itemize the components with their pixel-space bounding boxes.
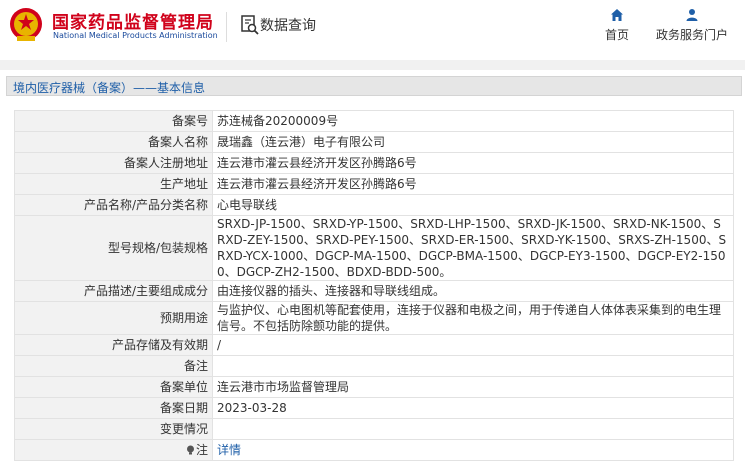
row-label: 生产地址 [14, 173, 213, 195]
data-query-label[interactable]: 数据查询 [260, 15, 316, 35]
table-row: 预期用途 与监护仪、心电图机等配套使用，连接于仪器和电极之间，用于传递自人体体表… [14, 301, 734, 335]
table-row: 备案人名称 晟瑞鑫（连云港）电子有限公司 [14, 131, 734, 153]
row-value: 详情 [212, 439, 734, 461]
row-value [212, 418, 734, 440]
nav-home[interactable]: 首页 [602, 8, 632, 43]
home-icon [611, 9, 623, 21]
row-value: 连云港市市场监督管理局 [212, 376, 734, 398]
header-separator [0, 60, 745, 70]
nav-service-portal[interactable]: 政务服务门户 [654, 8, 730, 43]
row-value: 2023-03-28 [212, 397, 734, 419]
detail-link[interactable]: 详情 [217, 443, 241, 457]
row-value: SRXD-JP-1500、SRXD-YP-1500、SRXD-LHP-1500、… [212, 215, 734, 281]
row-value: 连云港市灌云县经济开发区孙腾路6号 [212, 152, 734, 174]
row-label: 备注 [14, 355, 213, 377]
header-divider [226, 12, 227, 42]
site-title[interactable]: 国家药品监督管理局 [52, 8, 214, 33]
nav-home-label: 首页 [604, 28, 629, 42]
row-label: 备案号 [14, 110, 213, 132]
table-row: 注 详情 [14, 439, 734, 461]
table-row: 产品名称/产品分类名称 心电导联线 [14, 194, 734, 216]
row-label: 备案日期 [14, 397, 213, 419]
note-icon [186, 445, 194, 455]
table-row: 产品存储及有效期 / [14, 334, 734, 356]
table-row: 变更情况 [14, 418, 734, 440]
row-value: 晟瑞鑫（连云港）电子有限公司 [212, 131, 734, 153]
row-value: 连云港市灌云县经济开发区孙腾路6号 [212, 173, 734, 195]
row-label: 产品存储及有效期 [14, 334, 213, 356]
note-label: 注 [195, 443, 208, 457]
row-label: 变更情况 [14, 418, 213, 440]
row-label: 型号规格/包装规格 [14, 215, 213, 281]
row-label-note: 注 [14, 439, 213, 461]
user-icon [686, 9, 698, 21]
record-info-table: 备案号 苏连械备20200009号 备案人名称 晟瑞鑫（连云港）电子有限公司 备… [14, 110, 734, 461]
row-label: 产品名称/产品分类名称 [14, 194, 213, 216]
row-label: 备案人名称 [14, 131, 213, 153]
row-value: 苏连械备20200009号 [212, 110, 734, 132]
data-query-icon [241, 15, 259, 35]
site-subtitle: National Medical Products Administration [53, 31, 218, 40]
row-label: 备案单位 [14, 376, 213, 398]
table-row: 备案人注册地址 连云港市灌云县经济开发区孙腾路6号 [14, 152, 734, 174]
breadcrumb: 境内医疗器械（备案）——基本信息 [6, 76, 742, 96]
table-row: 备注 [14, 355, 734, 377]
row-value: / [212, 334, 734, 356]
row-value: 与监护仪、心电图机等配套使用，连接于仪器和电极之间，用于传递自人体体表采集到的电… [212, 301, 734, 335]
row-value: 心电导联线 [212, 194, 734, 216]
table-row: 备案日期 2023-03-28 [14, 397, 734, 419]
row-label: 备案人注册地址 [14, 152, 213, 174]
table-row: 型号规格/包装规格 SRXD-JP-1500、SRXD-YP-1500、SRXD… [14, 215, 734, 281]
table-row: 备案单位 连云港市市场监督管理局 [14, 376, 734, 398]
site-header: 国家药品监督管理局 National Medical Products Admi… [0, 0, 745, 60]
nav-service-label: 政务服务门户 [655, 28, 728, 42]
table-row: 生产地址 连云港市灌云县经济开发区孙腾路6号 [14, 173, 734, 195]
table-row: 备案号 苏连械备20200009号 [14, 110, 734, 132]
row-value: 由连接仪器的插头、连接器和导联线组成。 [212, 280, 734, 302]
row-label: 预期用途 [14, 301, 213, 335]
table-row: 产品描述/主要组成成分 由连接仪器的插头、连接器和导联线组成。 [14, 280, 734, 302]
national-emblem-icon [10, 8, 42, 41]
row-value [212, 355, 734, 377]
row-label: 产品描述/主要组成成分 [14, 280, 213, 302]
